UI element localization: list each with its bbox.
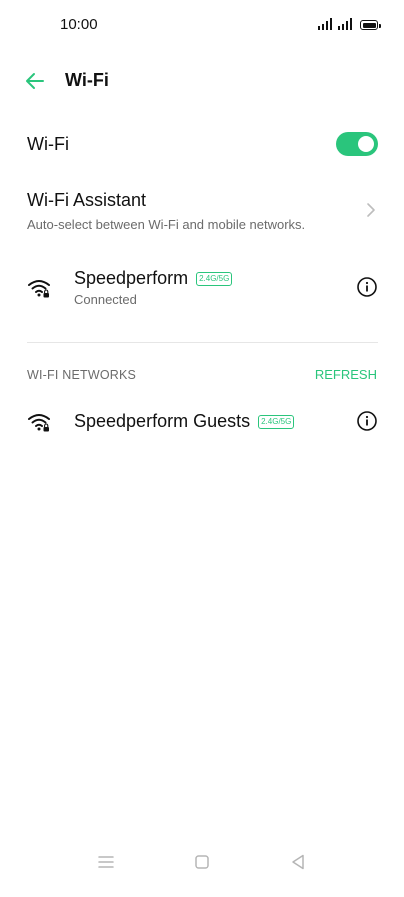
signal-icon	[318, 18, 332, 30]
network-info-button[interactable]	[356, 410, 378, 432]
signal-icon	[338, 18, 352, 30]
arrow-left-icon	[26, 73, 44, 89]
connected-network-row[interactable]: Speedperform 2.4G/5G Connected	[0, 262, 404, 318]
wifi-toggle-switch[interactable]	[336, 132, 378, 156]
wifi-toggle-label: Wi-Fi	[27, 134, 69, 154]
info-icon	[357, 411, 377, 431]
app-bar: Wi-Fi	[0, 62, 404, 102]
info-icon	[357, 277, 377, 297]
divider	[27, 342, 378, 343]
refresh-button[interactable]: REFRESH	[315, 367, 377, 382]
status-icons	[318, 18, 381, 30]
status-bar: 10:00	[0, 0, 404, 50]
connected-network-info-button[interactable]	[356, 276, 378, 298]
home-button[interactable]	[191, 851, 213, 873]
toggle-knob	[358, 136, 374, 152]
wifi-assistant-row[interactable]: Wi-Fi Assistant Auto-select between Wi-F…	[0, 184, 404, 240]
wifi-assistant-title: Wi-Fi Assistant	[27, 190, 147, 210]
wifi-toggle-row[interactable]: Wi-Fi	[0, 124, 404, 168]
triangle-back-icon	[292, 854, 304, 870]
status-time: 10:00	[60, 16, 98, 33]
wifi-locked-icon	[28, 280, 50, 298]
back-nav-button[interactable]	[287, 851, 309, 873]
connected-network-name-wrap: Speedperform 2.4G/5G	[74, 268, 233, 289]
band-badge: 2.4G/5G	[196, 271, 233, 286]
band-badge: 2.4G/5G	[258, 414, 295, 429]
network-name: Speedperform Guests	[74, 411, 251, 431]
wifi-assistant-description: Auto-select between Wi-Fi and mobile net…	[27, 217, 306, 232]
recents-button[interactable]	[95, 851, 117, 873]
network-row[interactable]: Speedperform Guests 2.4G/5G	[0, 400, 404, 444]
battery-icon	[360, 20, 381, 30]
networks-section-header: WI-FI NETWORKS	[27, 368, 137, 382]
wifi-locked-icon	[28, 414, 50, 432]
network-name-wrap: Speedperform Guests 2.4G/5G	[74, 411, 295, 432]
chevron-right-icon	[367, 203, 375, 217]
navigation-bar	[0, 837, 404, 897]
square-icon	[195, 855, 209, 869]
connected-network-name: Speedperform	[74, 268, 189, 288]
menu-icon	[98, 856, 114, 868]
back-button[interactable]	[22, 68, 48, 94]
connected-network-status: Connected	[74, 292, 137, 307]
page-title: Wi-Fi	[65, 70, 109, 90]
